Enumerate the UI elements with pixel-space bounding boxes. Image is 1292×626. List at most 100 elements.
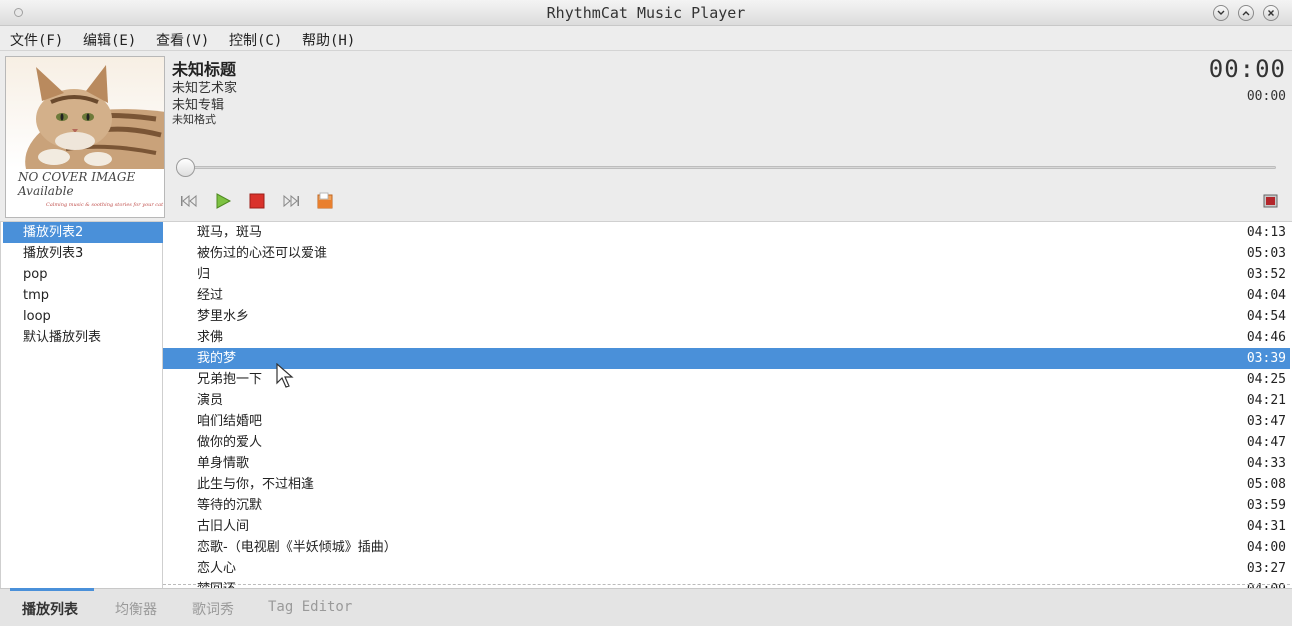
song-duration: 04:21 <box>1246 393 1286 408</box>
menu-edit[interactable]: 编辑(E) <box>83 30 136 50</box>
song-title: 咱们结婚吧 <box>197 414 263 429</box>
song-title: 被伤过的心还可以爱谁 <box>197 246 328 261</box>
prev-icon <box>181 194 197 208</box>
song-row[interactable]: 恋歌-（电视剧《半妖倾城》插曲） 04:00 <box>163 537 1290 558</box>
title-bar: RhythmCat Music Player <box>0 0 1292 26</box>
song-duration: 04:25 <box>1246 372 1286 387</box>
song-row[interactable]: 做你的爱人 04:47 <box>163 432 1290 453</box>
song-title: 此生与你，不过相逢 <box>197 477 315 492</box>
tab-tag-editor[interactable]: Tag Editor <box>268 599 352 615</box>
mouse-cursor-icon <box>276 363 294 388</box>
song-duration: 04:47 <box>1246 435 1286 450</box>
song-duration: 03:59 <box>1246 498 1286 513</box>
song-duration: 04:13 <box>1246 225 1286 240</box>
total-time: 00:00 <box>1246 89 1286 104</box>
playlist-item[interactable]: 播放列表3 <box>3 243 163 264</box>
song-duration: 04:46 <box>1246 330 1286 345</box>
song-title: 经过 <box>197 288 224 303</box>
playlist-item[interactable]: 播放列表2 <box>3 222 163 243</box>
close-icon <box>1268 10 1274 16</box>
song-row[interactable]: 斑马，斑马 04:13 <box>163 222 1290 243</box>
minimize-button[interactable] <box>1213 5 1229 21</box>
menu-view[interactable]: 查看(V) <box>156 30 209 50</box>
cat-cover-image <box>6 57 164 169</box>
seek-bar[interactable] <box>186 166 1276 169</box>
song-title: 求佛 <box>197 330 224 345</box>
album-cover: NO COVER IMAGE Available Calming music &… <box>5 56 165 218</box>
menu-file[interactable]: 文件(F) <box>10 30 63 50</box>
song-title: 兄弟抱一下 <box>197 372 263 387</box>
song-row[interactable]: 我的梦 03:39 <box>163 348 1290 369</box>
tab-equalizer[interactable]: 均衡器 <box>115 599 157 619</box>
seek-handle[interactable] <box>176 158 195 177</box>
song-row[interactable]: 梦里水乡 04:54 <box>163 306 1290 327</box>
song-title: 斑马，斑马 <box>197 225 263 240</box>
song-title: 做你的爱人 <box>197 435 263 450</box>
elapsed-time: 00:00 <box>1208 55 1286 83</box>
open-file-button[interactable] <box>315 192 335 210</box>
play-icon <box>216 193 232 209</box>
cover-tagline: Calming music & soothing stories for you… <box>46 202 164 208</box>
active-tab-indicator <box>10 588 94 591</box>
record-icon <box>1263 194 1278 208</box>
song-row[interactable]: 此生与你，不过相逢 05:08 <box>163 474 1290 495</box>
track-format: 未知格式 <box>172 113 216 126</box>
song-duration: 04:54 <box>1246 309 1286 324</box>
song-title: 梦里水乡 <box>197 309 250 324</box>
song-duration: 03:39 <box>1246 351 1286 366</box>
close-button[interactable] <box>1263 5 1279 21</box>
song-duration: 04:04 <box>1246 288 1286 303</box>
stop-icon <box>249 193 265 209</box>
playlist-item[interactable]: loop <box>3 306 163 327</box>
song-title: 恋歌-（电视剧《半妖倾城》插曲） <box>197 540 397 555</box>
song-row[interactable]: 咱们结婚吧 03:47 <box>163 411 1290 432</box>
song-duration: 04:00 <box>1246 540 1286 555</box>
play-button[interactable] <box>213 192 233 210</box>
menu-help[interactable]: 帮助(H) <box>302 30 355 50</box>
song-duration: 05:03 <box>1246 246 1286 261</box>
next-button[interactable] <box>281 192 301 210</box>
song-duration: 04:33 <box>1246 456 1286 471</box>
song-row[interactable]: 经过 04:04 <box>163 285 1290 306</box>
song-duration: 05:08 <box>1246 477 1286 492</box>
tab-lyrics[interactable]: 歌词秀 <box>192 599 234 619</box>
list-divider <box>163 584 1290 585</box>
song-row[interactable]: 求佛 04:46 <box>163 327 1290 348</box>
song-row[interactable]: 被伤过的心还可以爱谁 05:03 <box>163 243 1290 264</box>
song-row[interactable]: 单身情歌 04:33 <box>163 453 1290 474</box>
song-row[interactable]: 古旧人间 04:31 <box>163 516 1290 537</box>
song-title: 归 <box>197 267 211 282</box>
song-row[interactable]: 兄弟抱一下 04:25 <box>163 369 1290 390</box>
playlist-item[interactable]: 默认播放列表 <box>3 327 163 348</box>
now-playing-panel: NO COVER IMAGE Available Calming music &… <box>0 51 1292 222</box>
bottom-tab-bar: 播放列表 均衡器 歌词秀 Tag Editor <box>0 588 1292 626</box>
song-duration: 04:31 <box>1246 519 1286 534</box>
song-duration: 03:27 <box>1246 561 1286 576</box>
song-row[interactable]: 恋人心 03:27 <box>163 558 1290 579</box>
song-title: 古旧人间 <box>197 519 250 534</box>
menu-control[interactable]: 控制(C) <box>229 30 282 50</box>
playlist-item[interactable]: pop <box>3 264 163 285</box>
song-title: 我的梦 <box>197 351 237 366</box>
song-title: 演员 <box>197 393 224 408</box>
song-list: 斑马，斑马 04:13 被伤过的心还可以爱谁 05:03 归 03:52 经过 04:04 梦里… <box>163 222 1290 588</box>
tab-playlist[interactable]: 播放列表 <box>22 599 78 619</box>
previous-button[interactable] <box>179 192 199 210</box>
song-row[interactable]: 归 03:52 <box>163 264 1290 285</box>
chevron-up-icon <box>1242 11 1250 16</box>
next-icon <box>283 194 299 208</box>
playlist-sidebar: 播放列表2 播放列表3 pop tmp loop 默认播放列表 <box>0 222 163 588</box>
stop-button[interactable] <box>247 192 267 210</box>
playlist-item[interactable]: tmp <box>3 285 163 306</box>
maximize-button[interactable] <box>1238 5 1254 21</box>
song-title: 单身情歌 <box>197 456 250 471</box>
window-title: RhythmCat Music Player <box>546 4 746 22</box>
menu-bar: 文件(F) 编辑(E) 查看(V) 控制(C) 帮助(H) <box>0 26 1292 51</box>
song-title: 恋人心 <box>197 561 237 576</box>
record-button[interactable] <box>1262 192 1282 210</box>
chevron-down-icon <box>1217 10 1225 15</box>
open-file-icon <box>317 192 333 209</box>
no-cover-line2: Available <box>18 184 74 198</box>
song-row[interactable]: 等待的沉默 03:59 <box>163 495 1290 516</box>
song-row[interactable]: 演员 04:21 <box>163 390 1290 411</box>
